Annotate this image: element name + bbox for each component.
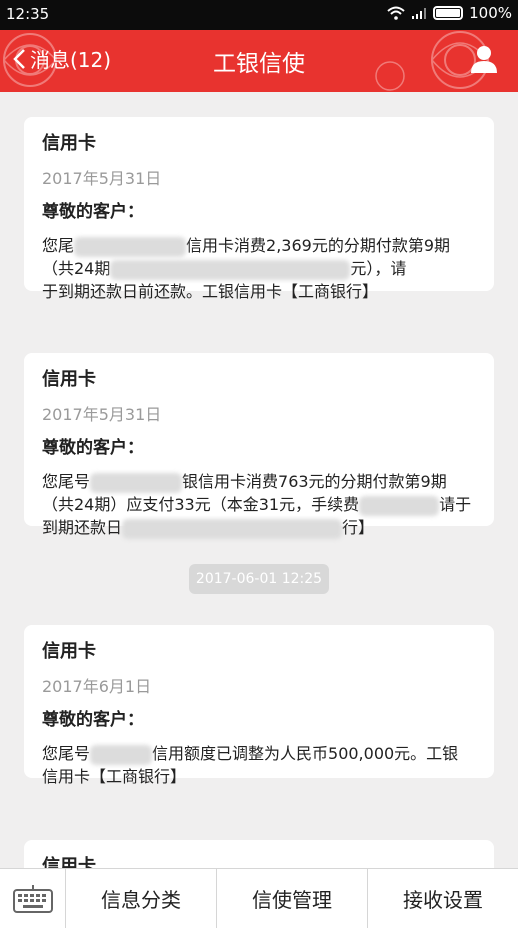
message-body: 您尾号 信用额度已调整为人民币500,000元。工银 信用卡【工商银行】: [42, 742, 476, 788]
message-text: （共24期: [42, 259, 111, 278]
redacted-text: [110, 259, 351, 280]
message-date: 2017年5月31日: [42, 405, 162, 424]
info-category-button[interactable]: 信息分类: [66, 869, 217, 928]
message-text: 信用卡消费2,369元的分期付款第9期: [186, 236, 451, 255]
message-greeting: 尊敬的客户：: [42, 438, 144, 458]
wifi-icon: [387, 6, 405, 20]
message-text: 信用额度已调整为人民币500,000元。工银: [152, 744, 459, 763]
signal-icon: [412, 8, 427, 19]
message-date: 2017年5月31日: [42, 169, 162, 188]
message-title: 信用卡: [42, 369, 96, 390]
message-text: 元），请: [350, 259, 407, 278]
battery-icon: [433, 6, 464, 20]
redacted-text: [122, 518, 343, 539]
redacted-text: [90, 472, 183, 493]
bottom-toolbar: 信息分类 信使管理 接收设置: [0, 868, 518, 928]
redacted-text: [90, 744, 153, 765]
redacted-text: [74, 236, 187, 257]
message-card[interactable]: 信用卡 2017年5月31日 尊敬的客户： 您尾 信用卡消费2,369元的分期付款…: [24, 117, 494, 301]
status-bar: 12:35 100%: [0, 0, 518, 30]
message-text: 您尾号: [42, 472, 91, 491]
message-text: 行】: [342, 518, 375, 537]
message-text: 于到期还款日前还款。工银信用卡【工商银行】: [42, 282, 379, 301]
keyboard-button[interactable]: [0, 869, 66, 928]
message-title: 信用卡: [42, 133, 96, 154]
message-card[interactable]: 信用卡 2017年5月31日 尊敬的客户： 您尾号 银信用卡消费763元的分期付款…: [24, 353, 494, 539]
timestamp-separator: 2017-06-01 12:25: [189, 564, 329, 594]
message-text: 信用卡【工商银行】: [42, 767, 187, 786]
message-body: 您尾号 银信用卡消费763元的分期付款第9期 （共24期）应支付33元（本金31元…: [42, 470, 476, 539]
message-text: 到期还款日: [42, 518, 123, 537]
message-text: 银信用卡消费763元的分期付款第9期: [182, 472, 447, 491]
message-text: （共24期）应支付33元（本金31元，手续费: [42, 495, 360, 514]
message-date: 2017年6月1日: [42, 677, 152, 696]
keyboard-icon: [12, 884, 53, 913]
message-text: 您尾号: [42, 744, 91, 763]
status-time: 12:35: [6, 5, 50, 23]
message-title: 信用卡: [42, 641, 96, 662]
redacted-text: [359, 495, 440, 516]
title-bar: 消息(12) 工银信使: [0, 30, 518, 92]
message-text: 请于: [439, 495, 472, 514]
message-text: 您尾: [42, 236, 75, 255]
receive-settings-button[interactable]: 接收设置: [368, 869, 518, 928]
page-title: 工银信使: [213, 51, 305, 77]
message-greeting: 尊敬的客户：: [42, 710, 144, 730]
messenger-manage-button[interactable]: 信使管理: [217, 869, 368, 928]
message-greeting: 尊敬的客户：: [42, 202, 144, 222]
status-icons: 100%: [387, 4, 512, 22]
battery-percent: 100%: [469, 4, 512, 22]
user-profile-icon[interactable]: [470, 44, 498, 74]
message-body: 您尾 信用卡消费2,369元的分期付款第9期 （共24期 元），请 于到期还款日前还…: [42, 234, 476, 303]
message-card[interactable]: 信用卡 2017年6月1日 尊敬的客户： 您尾号 信用额度已调整为人民币500,0…: [24, 625, 494, 786]
